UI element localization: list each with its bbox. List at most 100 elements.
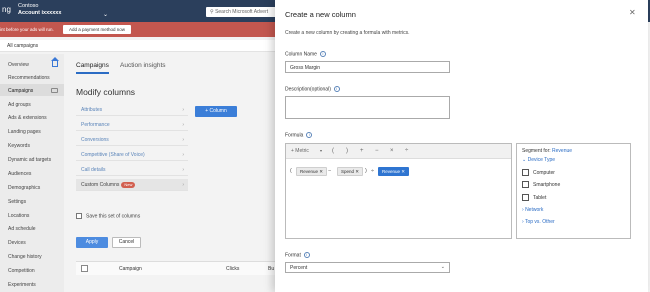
close-icon[interactable]: ✕: [355, 169, 359, 174]
checkbox[interactable]: [522, 194, 529, 201]
sidebar-item-experiments[interactable]: Experiments: [8, 282, 36, 288]
chevron-right-icon: ›: [182, 152, 184, 158]
chevron-right-icon: ›: [182, 182, 184, 188]
token-label: Revenue: [300, 169, 319, 174]
info-icon[interactable]: i: [306, 132, 313, 138]
plus-button[interactable]: +: [360, 148, 364, 154]
checkbox[interactable]: [522, 169, 529, 176]
format-value: Percent: [290, 265, 308, 271]
col-budget[interactable]: Bu: [268, 266, 274, 272]
close-paren-button[interactable]: ): [346, 148, 348, 154]
column-category-list: Attributes › Performance › Conversions › Co…: [76, 104, 188, 194]
segment-metric[interactable]: Revenue: [552, 148, 572, 154]
sidebar-item-landing-pages[interactable]: Landing pages: [8, 129, 41, 135]
apply-button[interactable]: Apply: [76, 237, 108, 248]
sidebar-item-audiences[interactable]: Audiences: [8, 171, 31, 177]
checkbox[interactable]: [522, 181, 529, 188]
select-all-checkbox[interactable]: [81, 265, 88, 272]
label-text: Formula: [285, 132, 304, 139]
formula-editor[interactable]: + Metric ▾ ( ) + − × ÷ ( Revenue ✕ − Spe…: [285, 143, 512, 239]
chevron-down-icon: ⌄: [440, 264, 445, 270]
add-metric-button[interactable]: + Metric: [291, 148, 309, 154]
metric-dropdown-icon[interactable]: ▾: [320, 148, 322, 153]
category-label: Performance: [81, 122, 110, 128]
info-icon[interactable]: i: [303, 252, 310, 258]
save-column-set[interactable]: Save this set of columns: [76, 213, 140, 219]
category-label: Conversions: [81, 137, 109, 143]
sidebar-item-ads-extensions[interactable]: Ads & extensions: [8, 115, 47, 121]
category-call-details[interactable]: Call details ›: [76, 164, 188, 176]
company-name: Contoso: [18, 3, 39, 9]
column-name-input[interactable]: Gross Margin: [285, 61, 450, 73]
sidebar-item-keywords[interactable]: Keywords: [8, 143, 30, 149]
sidebar-item-devices[interactable]: Devices: [8, 240, 26, 246]
top-vs-other-group[interactable]: › Top vs. Other: [522, 219, 555, 225]
chevron-right-icon: ›: [182, 107, 184, 113]
network-group[interactable]: › Network: [522, 207, 543, 213]
sidebar-item-change-history[interactable]: Change history: [8, 254, 42, 260]
add-column-button[interactable]: + Column: [195, 106, 237, 117]
chevron-down-icon[interactable]: ⌄: [103, 11, 108, 18]
save-set-checkbox[interactable]: [76, 213, 82, 219]
account-name: Account ixxxxxx: [18, 10, 62, 16]
formula-minus: −: [328, 168, 332, 174]
formula-token-revenue[interactable]: Revenue ✕: [296, 167, 328, 176]
sidebar-item-overview[interactable]: Overview: [8, 62, 29, 68]
category-attributes[interactable]: Attributes ›: [76, 104, 188, 116]
modify-columns-title: Modify columns: [76, 87, 136, 97]
sidebar-item-dynamic-ad-targets[interactable]: Dynamic ad targets: [8, 157, 51, 163]
format-select[interactable]: Percent ⌄: [285, 262, 450, 273]
close-icon[interactable]: ✕: [629, 8, 636, 17]
home-icon[interactable]: [51, 57, 59, 67]
sidebar-item-competition[interactable]: Competition: [8, 268, 35, 274]
sidebar-item-settings[interactable]: Settings: [8, 199, 26, 205]
formula-close-paren: ): [365, 168, 367, 174]
category-conversions[interactable]: Conversions ›: [76, 134, 188, 146]
tab-campaigns[interactable]: Campaigns: [76, 62, 109, 74]
col-campaign[interactable]: Campaign: [119, 266, 142, 272]
info-icon[interactable]: i: [319, 51, 326, 57]
label-text: Column Name: [285, 51, 317, 58]
column-name-label: Column Name i: [285, 51, 326, 57]
description-label: Description(optional) i: [285, 86, 340, 92]
category-performance[interactable]: Performance ›: [76, 119, 188, 131]
category-competitive[interactable]: Competitive (Share of Voice) ›: [76, 149, 188, 161]
chevron-right-icon: ›: [182, 122, 184, 128]
close-icon[interactable]: ✕: [319, 169, 323, 174]
formula-token-revenue-selected[interactable]: Revenue ✕: [378, 167, 410, 176]
open-paren-button[interactable]: (: [332, 148, 334, 154]
chevron-right-icon: ›: [182, 167, 184, 173]
sidebar-item-campaigns[interactable]: Campaigns: [8, 88, 33, 94]
col-clicks[interactable]: Clicks: [226, 266, 239, 272]
chevron-right-icon: ›: [522, 207, 524, 213]
close-icon[interactable]: ✕: [401, 169, 405, 174]
category-custom-columns[interactable]: Custom Columns New ›: [76, 179, 188, 191]
add-payment-button[interactable]: Add a payment method now: [63, 25, 132, 34]
minus-button[interactable]: −: [375, 148, 379, 154]
multiply-button[interactable]: ×: [390, 148, 394, 154]
search-icon: ⚲: [210, 9, 214, 15]
breadcrumb[interactable]: All campaigns: [0, 40, 280, 52]
segment-option-tablet[interactable]: Tablet: [522, 194, 546, 201]
sidebar-item-locations[interactable]: Locations: [8, 213, 29, 219]
formula-token-spend[interactable]: Spend ✕: [337, 167, 364, 176]
formula-divide: ÷: [371, 168, 375, 174]
sidebar-item-ad-schedule[interactable]: Ad schedule: [8, 226, 36, 232]
token-label: Spend: [341, 169, 355, 174]
cancel-button[interactable]: Cancel: [112, 237, 141, 248]
tab-auction-insights[interactable]: Auction insights: [120, 62, 166, 69]
formula-open-paren: (: [290, 168, 292, 174]
label-text: Description(optional): [285, 86, 331, 93]
sidebar-item-demographics[interactable]: Demographics: [8, 185, 40, 191]
segment-option-smartphone[interactable]: Smartphone: [522, 181, 560, 188]
device-type-group[interactable]: ⌄ Device Type: [522, 157, 555, 163]
segment-option-computer[interactable]: Computer: [522, 169, 555, 176]
sidebar-item-recommendations[interactable]: Recommendations: [8, 75, 50, 81]
info-icon[interactable]: i: [333, 86, 340, 92]
search-input[interactable]: ⚲ Search Microsoft Advert: [206, 7, 276, 17]
option-label: Tablet: [533, 194, 547, 201]
divide-button[interactable]: ÷: [405, 148, 408, 154]
sidebar-item-ad-groups[interactable]: Ad groups: [8, 102, 31, 108]
description-textarea[interactable]: [285, 96, 450, 119]
table-header: Campaign Clicks Bu: [76, 261, 280, 275]
